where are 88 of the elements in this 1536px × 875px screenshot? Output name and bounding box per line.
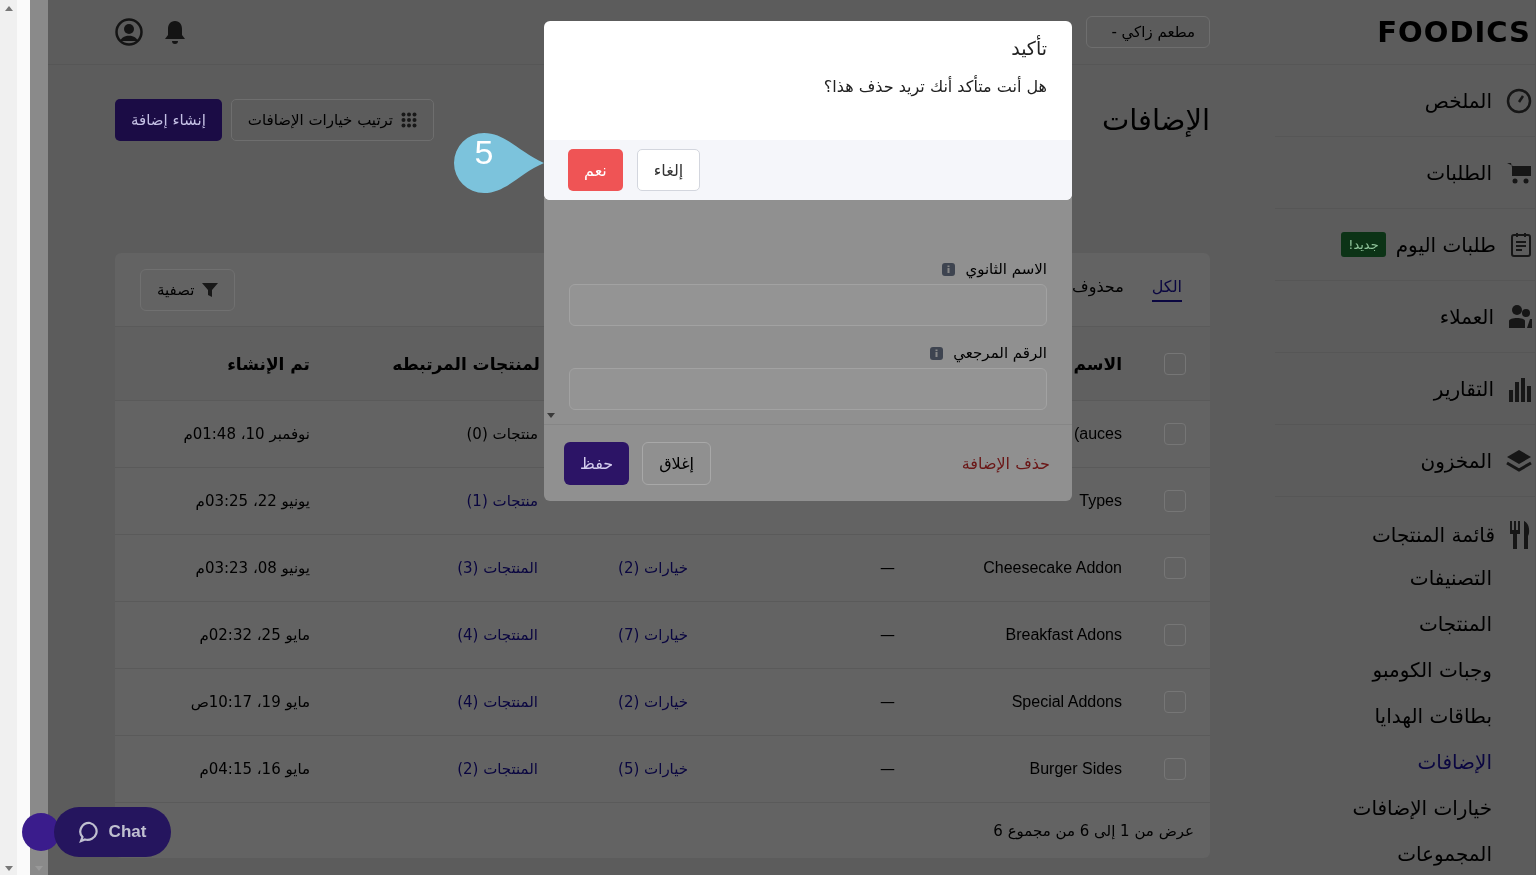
- table-cell: Burger Sides: [1029, 760, 1122, 777]
- info-icon: [930, 346, 944, 360]
- table-cell: —: [880, 693, 895, 711]
- delete-link[interactable]: حذف الإضافة: [961, 441, 1050, 485]
- funnel-icon: [202, 281, 219, 298]
- sidebar-label: المخزون: [1420, 448, 1492, 473]
- pagination-summary: عرض من 1 إلى 6 من مجموع 6: [993, 821, 1194, 840]
- sidebar-label: الملخص: [1424, 88, 1492, 113]
- table-cell: نوفمبر 10، 01:48م: [183, 425, 310, 443]
- products-link[interactable]: المنتجات (4): [457, 693, 538, 711]
- sidebar-group-header[interactable]: قائمة المنتجات: [1275, 497, 1535, 555]
- speech-bubble-icon: [78, 821, 101, 843]
- products-link[interactable]: المنتجات (3): [457, 559, 538, 577]
- grid-icon: [401, 112, 418, 128]
- sidebar-subitem[interactable]: خيارات الإضافات: [1275, 785, 1535, 831]
- scroll-down-icon[interactable]: [4, 866, 13, 871]
- sidebar-subitem[interactable]: التصنيفات: [1275, 555, 1535, 601]
- sidebar-label: التقارير: [1433, 376, 1494, 401]
- field-label: الاسم الثانوي: [965, 260, 1047, 278]
- table-cell: مايو 19، 10:17ص: [190, 693, 310, 711]
- table-cell: —: [880, 626, 895, 644]
- dialog-title: تأكيد: [1010, 37, 1047, 59]
- table-cell: منتجات (0): [466, 425, 538, 443]
- sort-button[interactable]: ترتيب خيارات الإضافات: [230, 99, 435, 141]
- options-link[interactable]: خيارات (2): [618, 693, 688, 711]
- confirm-button[interactable]: نعم: [568, 149, 623, 191]
- scrollbar[interactable]: [30, 0, 48, 875]
- sidebar-subitem[interactable]: بطاقات الهدايا: [1275, 693, 1535, 739]
- create-button[interactable]: إنشاء إضافة: [115, 99, 222, 141]
- sidebar-subitem[interactable]: الإضافات: [1275, 739, 1535, 785]
- user-avatar-icon[interactable]: [115, 18, 143, 46]
- table-cell: يونيو 08، 03:23م: [195, 559, 310, 577]
- save-button[interactable]: حفظ: [564, 441, 630, 485]
- bell-icon[interactable]: [163, 19, 187, 45]
- layers-icon: [1506, 448, 1532, 473]
- sidebar-subitem[interactable]: المجموعات: [1275, 831, 1535, 875]
- table-cell: auces): [1073, 425, 1122, 442]
- clipboard-icon: [1510, 231, 1532, 258]
- page-title: الإضافات: [1101, 103, 1210, 137]
- table-cell: مايو 16، 04:15م: [199, 760, 310, 778]
- new-badge: جديد!: [1341, 232, 1386, 257]
- close-button[interactable]: إغلاق: [642, 441, 711, 485]
- sidebar-item[interactable]: المخزون: [1275, 425, 1535, 497]
- dialog-message: هل أنت متأكد أنك تريد حذف هذا؟: [822, 77, 1047, 96]
- sidebar-subitem[interactable]: المنتجات: [1275, 601, 1535, 647]
- options-link[interactable]: خيارات (7): [618, 626, 688, 644]
- sidebar-item[interactable]: الطلبات: [1275, 137, 1535, 209]
- scroll-down-icon[interactable]: [547, 413, 555, 418]
- column-header: لمنتجات المرتبطه: [392, 353, 540, 374]
- table-cell: Cheesecake Addon: [983, 559, 1122, 576]
- products-link[interactable]: المنتجات (4): [457, 626, 538, 644]
- sidebar-item[interactable]: التقارير: [1275, 353, 1535, 425]
- column-header: تم الإنشاء: [227, 353, 310, 374]
- table-cell: مايو 25، 02:32م: [199, 626, 310, 644]
- sidebar-subitem[interactable]: وجبات الكومبو: [1275, 647, 1535, 693]
- table-cell: —: [880, 559, 895, 577]
- utensils-icon: [1509, 520, 1531, 550]
- table-cell: يونيو 22، 03:25م: [195, 492, 310, 510]
- options-link[interactable]: خيارات (2): [618, 559, 688, 577]
- sidebar-item[interactable]: الملخص: [1275, 65, 1535, 137]
- gauge-icon: [1506, 87, 1532, 114]
- users-icon: [1508, 303, 1532, 330]
- products-link[interactable]: منتجات (1): [466, 492, 538, 510]
- field-label: الرقم المرجعي: [953, 344, 1047, 362]
- search-field[interactable]: مطعم زاكي -: [1086, 16, 1210, 48]
- options-link[interactable]: خيارات (5): [618, 760, 688, 778]
- products-link[interactable]: المنتجات (2): [457, 760, 538, 778]
- cancel-button[interactable]: إلغاء: [636, 149, 701, 191]
- column-header: الاسم: [1073, 353, 1122, 374]
- scroll-up-icon[interactable]: [4, 6, 13, 11]
- table-cell: Special Addons: [1011, 693, 1122, 710]
- sidebar-label: العملاء: [1439, 304, 1494, 329]
- logo: FOODICS: [1275, 0, 1535, 65]
- sidebar-item[interactable]: العملاء: [1275, 281, 1535, 353]
- scrollbar[interactable]: [0, 0, 17, 875]
- table-cell: —: [880, 760, 895, 778]
- sidebar-label: الطلبات: [1426, 160, 1492, 185]
- chat-button[interactable]: Chat: [54, 807, 171, 857]
- filter-button[interactable]: تصفية: [140, 268, 236, 311]
- filter-tab[interactable]: محذوف: [1072, 277, 1124, 302]
- table-cell: Breakfast Adons: [1005, 626, 1122, 643]
- filter-tab[interactable]: الكل: [1151, 277, 1182, 302]
- sidebar-label: قائمة المنتجات: [1372, 523, 1495, 547]
- table-cell: Types: [1079, 492, 1122, 509]
- bar-chart-icon: [1508, 375, 1532, 402]
- sidebar-item[interactable]: طلبات اليوم جديد!: [1275, 209, 1535, 281]
- sidebar-label: طلبات اليوم: [1395, 232, 1496, 257]
- info-icon: [942, 262, 956, 276]
